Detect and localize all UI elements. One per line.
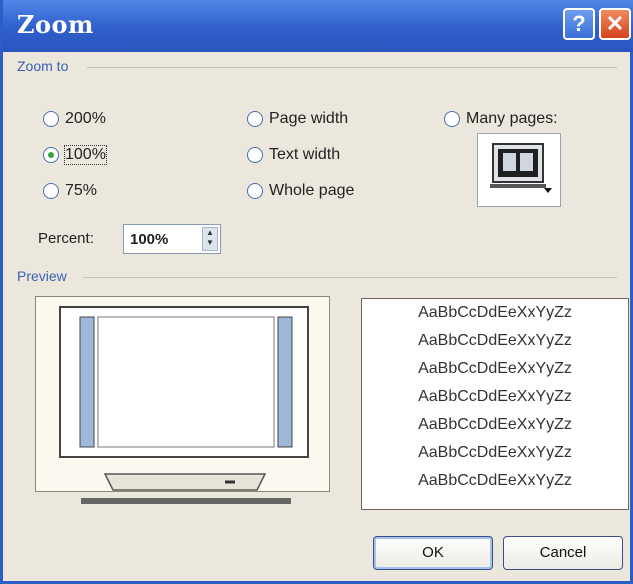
radio-100[interactable]: 100% [43,145,107,165]
zoom-to-divider [87,67,617,68]
radio-75-circle[interactable] [43,183,59,199]
spin-down-icon[interactable]: ▼ [203,238,217,248]
radio-text-width-label: Text width [269,146,341,163]
sample-line: AaBbCcDdEeXxYyZz [418,360,572,377]
computer-monitor-icon [490,143,552,193]
zoom-dialog: Zoom ? ✕ Zoom to 200% 100% 75% Page widt… [0,0,633,584]
sample-line: AaBbCcDdEeXxYyZz [418,416,572,433]
preview-divider [83,277,617,278]
preview-sample-text: AaBbCcDdEeXxYyZz AaBbCcDdEeXxYyZz AaBbCc… [361,298,629,510]
percent-label: Percent: [38,230,94,247]
radio-whole-page-circle[interactable] [247,183,263,199]
radio-many-pages-circle[interactable] [444,111,460,127]
radio-text-width[interactable]: Text width [247,146,340,164]
sample-line: AaBbCcDdEeXxYyZz [418,304,572,321]
percent-value[interactable]: 100% [130,231,168,248]
radio-page-width-label: Page width [269,110,349,127]
radio-75-label: 75% [65,182,98,199]
preview-monitor [35,296,330,492]
radio-whole-page-label: Whole page [269,182,355,199]
radio-200-circle[interactable] [43,111,59,127]
ok-button[interactable]: OK [373,536,493,570]
preview-group-label: Preview [17,268,67,284]
radio-75[interactable]: 75% [43,182,97,200]
many-pages-button[interactable] [477,133,561,207]
monitor-stand-icon [81,473,291,504]
sample-line: AaBbCcDdEeXxYyZz [418,388,572,405]
sample-line: AaBbCcDdEeXxYyZz [418,472,572,489]
cancel-button[interactable]: Cancel [503,536,623,570]
radio-100-circle[interactable] [43,147,59,163]
close-button[interactable]: ✕ [599,8,631,40]
zoom-to-group-label: Zoom to [17,58,69,74]
radio-many-pages[interactable]: Many pages: [444,110,558,128]
percent-spinbox[interactable]: 100% ▲ ▼ [123,224,221,254]
title-bar[interactable]: Zoom ? ✕ [3,0,633,52]
sample-line: AaBbCcDdEeXxYyZz [418,444,572,461]
radio-200-label: 200% [65,110,106,127]
monitor-preview-illustration [59,306,309,458]
help-button[interactable]: ? [563,8,595,40]
radio-page-width[interactable]: Page width [247,110,348,128]
percent-spin-buttons[interactable]: ▲ ▼ [202,227,218,251]
window-title: Zoom [17,10,94,39]
radio-many-pages-label: Many pages: [466,110,558,127]
radio-page-width-circle[interactable] [247,111,263,127]
radio-text-width-circle[interactable] [247,147,263,163]
radio-100-label: 100% [64,145,107,165]
radio-200[interactable]: 200% [43,110,106,128]
spin-up-icon[interactable]: ▲ [203,228,217,238]
sample-line: AaBbCcDdEeXxYyZz [418,332,572,349]
radio-whole-page[interactable]: Whole page [247,182,354,200]
